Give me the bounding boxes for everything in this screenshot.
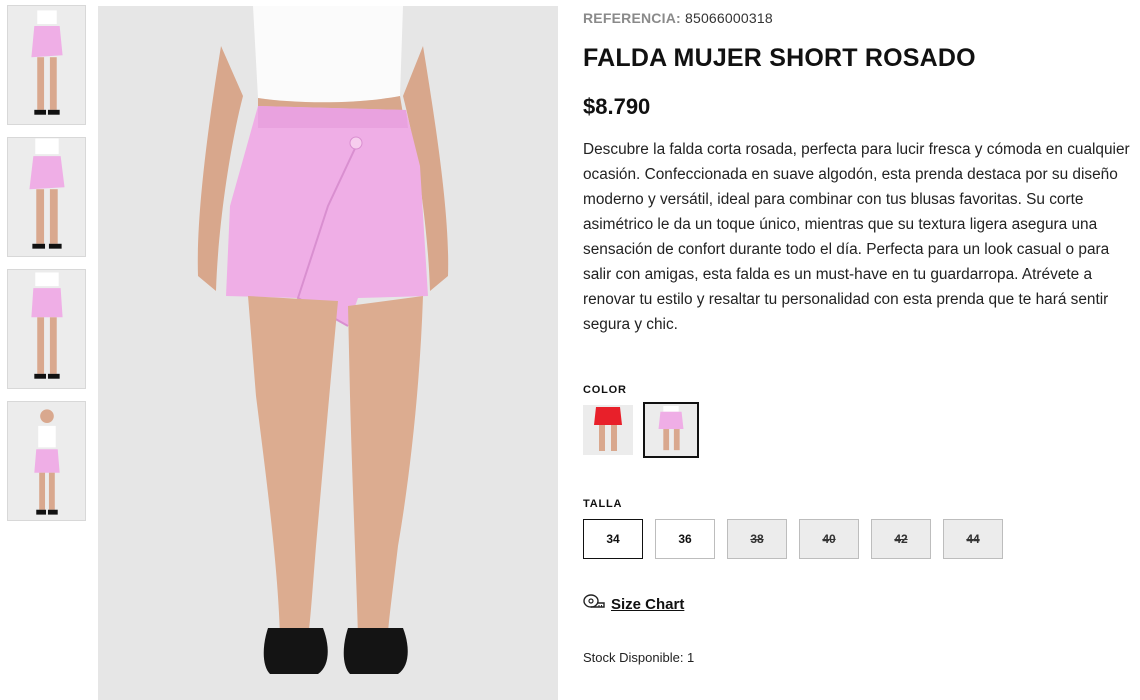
- size-option-42[interactable]: 42: [871, 519, 931, 559]
- thumbnail-2[interactable]: [7, 137, 86, 257]
- product-description: Descubre la falda corta rosada, perfecta…: [583, 141, 1130, 333]
- reference: REFERENCIA: 85066000318: [583, 10, 773, 26]
- size-option-44[interactable]: 44: [943, 519, 1003, 559]
- size-chart-link[interactable]: Size Chart: [583, 594, 684, 615]
- model-wearing-skirt-image: [98, 6, 558, 700]
- size-option-34[interactable]: 34: [583, 519, 643, 559]
- color-label: COLOR: [583, 384, 627, 396]
- product-title: FALDA MUJER SHORT ROSADO: [583, 44, 976, 72]
- model-back-image: [8, 270, 85, 388]
- pink-skirt-image: [647, 406, 695, 454]
- thumbnail-1[interactable]: [7, 5, 86, 125]
- reference-label: REFERENCIA:: [583, 10, 681, 26]
- reference-value: 85066000318: [684, 10, 773, 26]
- size-option-40[interactable]: 40: [799, 519, 859, 559]
- size-chart-label: Size Chart: [611, 596, 685, 613]
- thumbnail-4[interactable]: [7, 401, 86, 521]
- stock-availability: Stock Disponible: 1: [583, 650, 695, 665]
- model-full-body-image: [8, 402, 85, 520]
- color-swatch-red[interactable]: [583, 405, 633, 455]
- red-skirt-image: [583, 405, 633, 455]
- measuring-tape-icon: [583, 594, 605, 615]
- model-front-image: [8, 6, 85, 124]
- model-closeup-image: [8, 138, 85, 256]
- thumbnail-3[interactable]: [7, 269, 86, 389]
- product-price: $8.790: [583, 94, 651, 119]
- color-swatch-pink[interactable]: [643, 402, 699, 458]
- size-label: TALLA: [583, 498, 623, 510]
- size-option-38[interactable]: 38: [727, 519, 787, 559]
- size-option-36[interactable]: 36: [655, 519, 715, 559]
- main-product-image[interactable]: [98, 6, 558, 700]
